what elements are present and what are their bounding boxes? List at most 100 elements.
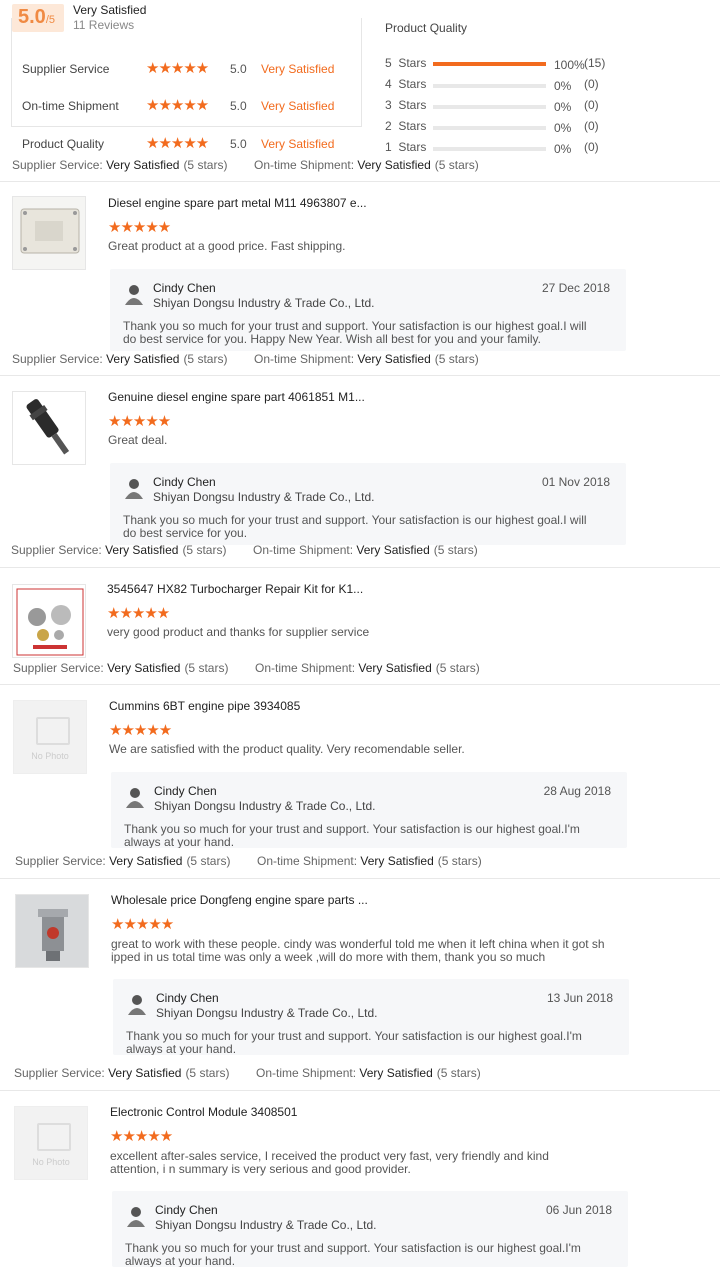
supplier-reply: Cindy Chen Shiyan Dongsu Industry & Trad… bbox=[111, 772, 627, 848]
avatar bbox=[126, 788, 144, 808]
supplier-reply: Cindy Chen Shiyan Dongsu Industry & Trad… bbox=[110, 463, 626, 545]
category-score: 5.0 bbox=[230, 137, 247, 151]
overall-score: 5.0/5 bbox=[18, 6, 55, 28]
reply-company: Shiyan Dongsu Industry & Trade Co., Ltd. bbox=[153, 490, 375, 504]
bar-label: 1 Stars bbox=[385, 140, 427, 154]
supplier-reply: Cindy Chen Shiyan Dongsu Industry & Trad… bbox=[112, 1191, 628, 1267]
star-rating: ★★★★★ bbox=[110, 1128, 173, 1145]
shipment-meta: On-time Shipment: Very Satisfied (5 stars… bbox=[256, 1066, 481, 1080]
reply-text: Thank you so much for your trust and sup… bbox=[125, 1241, 581, 1268]
supplier-reply: Cindy Chen Shiyan Dongsu Industry & Trad… bbox=[110, 269, 626, 351]
turbo-kit-image bbox=[13, 585, 85, 657]
category-label: On-time Shipment bbox=[22, 99, 119, 113]
product-title[interactable]: 3545647 HX82 Turbocharger Repair Kit for… bbox=[107, 582, 363, 596]
divider bbox=[0, 567, 720, 568]
bar-label: 2 Stars bbox=[385, 119, 427, 133]
reply-date: 13 Jun 2018 bbox=[546, 991, 613, 1005]
injector-image bbox=[13, 392, 85, 464]
ecm-module-image bbox=[13, 197, 85, 269]
reply-company: Shiyan Dongsu Industry & Trade Co., Ltd. bbox=[153, 296, 375, 310]
bar-percent: 0% bbox=[554, 121, 572, 135]
rating-bar bbox=[433, 105, 546, 109]
category-satisfaction: Very Satisfied bbox=[261, 137, 335, 151]
reply-text: Thank you so much for your trust and sup… bbox=[123, 513, 587, 540]
rating-bar-fill bbox=[433, 62, 546, 66]
divider bbox=[0, 181, 720, 182]
review-text: very good product and thanks for supplie… bbox=[107, 625, 370, 639]
supplier-service-meta: Supplier Service: Very Satisfied (5 stars… bbox=[14, 1066, 230, 1080]
category-score: 5.0 bbox=[230, 62, 247, 76]
bar-label: 3 Stars bbox=[385, 98, 427, 112]
product-title[interactable]: Electronic Control Module 3408501 bbox=[110, 1105, 297, 1119]
reply-date: 28 Aug 2018 bbox=[543, 784, 611, 798]
product-thumbnail[interactable] bbox=[12, 391, 86, 465]
bar-percent: 0% bbox=[554, 79, 572, 93]
rating-bar bbox=[433, 84, 546, 88]
star-rating: ★★★★★ bbox=[146, 97, 209, 114]
star-rating: ★★★★★ bbox=[107, 605, 170, 622]
no-photo-label: No Photo bbox=[31, 751, 69, 761]
no-photo-icon bbox=[37, 1123, 71, 1151]
category-label: Supplier Service bbox=[22, 62, 110, 76]
product-title[interactable]: Cummins 6BT engine pipe 3934085 bbox=[109, 699, 300, 713]
reply-company: Shiyan Dongsu Industry & Trade Co., Ltd. bbox=[154, 799, 376, 813]
product-thumbnail[interactable]: No Photo bbox=[13, 700, 87, 774]
shipment-meta: On-time Shipment: Very Satisfied (5 stars… bbox=[254, 158, 479, 172]
reply-company: Shiyan Dongsu Industry & Trade Co., Ltd. bbox=[156, 1006, 378, 1020]
bar-count: (0) bbox=[584, 119, 599, 133]
bar-count: (0) bbox=[584, 98, 599, 112]
bar-count: (0) bbox=[584, 77, 599, 91]
reply-text: Thank you so much for your trust and sup… bbox=[126, 1029, 582, 1056]
review-text: excellent after-sales service, I receive… bbox=[110, 1149, 549, 1176]
review-count: 11 Reviews bbox=[73, 18, 135, 32]
star-rating: ★★★★★ bbox=[146, 60, 209, 77]
reply-date: 27 Dec 2018 bbox=[541, 281, 610, 295]
divider bbox=[0, 375, 720, 376]
divider bbox=[0, 684, 720, 685]
category-score: 5.0 bbox=[230, 99, 247, 113]
product-title[interactable]: Wholesale price Dongfeng engine spare pa… bbox=[111, 893, 368, 907]
product-title[interactable]: Diesel engine spare part metal M11 49638… bbox=[108, 196, 367, 210]
supplier-service-meta: Supplier Service: Very Satisfied (5 stars… bbox=[12, 352, 228, 366]
bar-label: 5 Stars bbox=[385, 56, 427, 70]
bar-percent: 0% bbox=[554, 142, 572, 156]
star-rating: ★★★★★ bbox=[108, 219, 171, 236]
product-thumbnail[interactable] bbox=[15, 894, 89, 968]
review-text: great to work with these people. cindy w… bbox=[111, 937, 605, 964]
review-text: Great product at a good price. Fast ship… bbox=[108, 239, 346, 253]
supplier-reply: Cindy Chen Shiyan Dongsu Industry & Trad… bbox=[113, 979, 629, 1055]
product-thumbnail[interactable]: No Photo bbox=[14, 1106, 88, 1180]
bar-label: 4 Stars bbox=[385, 77, 427, 91]
product-quality-title: Product Quality bbox=[385, 21, 468, 35]
reply-company: Shiyan Dongsu Industry & Trade Co., Ltd. bbox=[155, 1218, 377, 1232]
product-thumbnail[interactable] bbox=[12, 584, 86, 658]
star-rating: ★★★★★ bbox=[109, 722, 172, 739]
no-photo-label: No Photo bbox=[32, 1157, 70, 1167]
category-satisfaction: Very Satisfied bbox=[261, 62, 335, 76]
shipment-meta: On-time Shipment: Very Satisfied (5 stars… bbox=[254, 352, 479, 366]
supplier-service-meta: Supplier Service: Very Satisfied (5 stars… bbox=[15, 854, 231, 868]
divider bbox=[0, 878, 720, 879]
product-thumbnail[interactable] bbox=[12, 196, 86, 270]
avatar bbox=[125, 479, 143, 499]
rating-bar bbox=[433, 62, 546, 66]
review-text: We are satisfied with the product qualit… bbox=[109, 742, 465, 756]
category-satisfaction: Very Satisfied bbox=[261, 99, 335, 113]
overall-satisfaction: Very Satisfied bbox=[73, 3, 147, 17]
avatar bbox=[128, 995, 146, 1015]
reply-author: Cindy Chen bbox=[153, 281, 216, 295]
engine-part-image bbox=[16, 895, 88, 967]
rating-bar bbox=[433, 147, 546, 151]
supplier-service-meta: Supplier Service: Very Satisfied (5 stars… bbox=[12, 158, 228, 172]
supplier-service-meta: Supplier Service: Very Satisfied (5 stars… bbox=[13, 661, 229, 675]
divider bbox=[0, 1090, 720, 1091]
avatar bbox=[125, 285, 143, 305]
supplier-service-meta: Supplier Service: Very Satisfied (5 stars… bbox=[11, 543, 227, 557]
shipment-meta: On-time Shipment: Very Satisfied (5 stars… bbox=[257, 854, 482, 868]
bar-count: (0) bbox=[584, 140, 599, 154]
product-title[interactable]: Genuine diesel engine spare part 4061851… bbox=[108, 390, 365, 404]
shipment-meta: On-time Shipment: Very Satisfied (5 stars… bbox=[255, 661, 480, 675]
reply-date: 06 Jun 2018 bbox=[545, 1203, 612, 1217]
review-text: Great deal. bbox=[108, 433, 168, 447]
reply-author: Cindy Chen bbox=[154, 784, 217, 798]
